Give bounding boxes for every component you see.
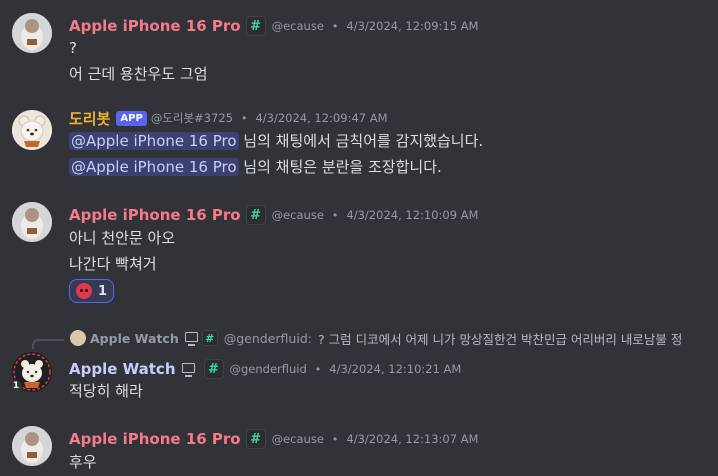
reply-handle: @genderfluid: xyxy=(223,330,312,346)
user-handle: @ecause xyxy=(271,19,324,33)
angry-face-icon xyxy=(76,283,92,299)
message-text: 어 근데 용찬우도 그엄 xyxy=(69,65,208,83)
hash-tag-icon[interactable]: # xyxy=(203,359,224,379)
reply-avatar xyxy=(70,330,86,346)
app-badge: APP xyxy=(116,110,147,126)
message-header: Apple iPhone 16 Pro # @ecause • 4/3/2024… xyxy=(69,428,478,450)
reaction-button[interactable]: 1 xyxy=(69,279,115,303)
user-handle: @ecause xyxy=(271,432,324,446)
hash-tag-icon[interactable]: # xyxy=(201,330,218,346)
avatar[interactable] xyxy=(12,13,52,53)
separator-dot: • xyxy=(331,19,339,33)
reaction-count: 1 xyxy=(98,283,108,299)
timestamp: 4/3/2024, 12:09:47 AM xyxy=(255,111,388,125)
monitor-icon xyxy=(184,332,198,346)
message-text: 나간다 빡쳐거 xyxy=(69,255,157,273)
username[interactable]: Apple Watch xyxy=(69,360,176,378)
message-text: 적당히 해라 xyxy=(69,382,143,400)
separator-dot: • xyxy=(331,432,339,446)
user-handle: @genderfluid xyxy=(229,362,307,376)
message-header: Apple iPhone 16 Pro # @ecause • 4/3/2024… xyxy=(69,204,478,226)
message-text: 아니 천안문 아오 xyxy=(69,229,176,247)
reply-text: ? 그럼 디코에서 어제 니가 망상질한건 박찬민급 어리버리 내로남불 정 xyxy=(317,331,683,347)
avatar[interactable] xyxy=(12,202,52,242)
username[interactable]: 도리봇 xyxy=(69,108,110,129)
user-handle: @도리봇#3725 xyxy=(150,111,233,125)
username[interactable]: Apple iPhone 16 Pro xyxy=(69,17,241,35)
timestamp: 4/3/2024, 12:10:21 AM xyxy=(329,362,462,376)
user-handle: @ecause xyxy=(271,208,324,222)
message-text-rest: 님의 채팅은 분란을 조장합니다. xyxy=(238,158,442,176)
avatar-badge: 1 xyxy=(10,380,22,392)
avatar[interactable] xyxy=(12,110,52,150)
user-mention[interactable]: @Apple iPhone 16 Pro xyxy=(69,158,239,176)
separator-dot: • xyxy=(314,362,322,376)
message-text-rest: 님의 채팅에서 금칙어를 감지했습니다. xyxy=(238,132,484,150)
hash-tag-icon[interactable]: # xyxy=(245,205,266,225)
avatar[interactable] xyxy=(12,426,52,466)
monitor-icon xyxy=(181,363,195,377)
user-mention[interactable]: @Apple iPhone 16 Pro xyxy=(69,132,239,150)
message-header: 도리봇 APP @도리봇#3725 • 4/3/2024, 12:09:47 A… xyxy=(69,107,388,129)
message-text: 후우 xyxy=(69,453,97,471)
timestamp: 4/3/2024, 12:13:07 AM xyxy=(346,432,479,446)
message-text: @Apple iPhone 16 Pro 님의 채팅은 분란을 조장합니다. xyxy=(69,156,442,178)
timestamp: 4/3/2024, 12:09:15 AM xyxy=(346,19,479,33)
message-text: ? xyxy=(69,39,77,57)
separator-dot: • xyxy=(240,111,248,125)
hash-tag-icon[interactable]: # xyxy=(245,16,266,36)
hash-tag-icon[interactable]: # xyxy=(245,429,266,449)
reply-preview[interactable]: Apple Watch # @genderfluid: ? 그럼 디코에서 어제… xyxy=(70,329,682,347)
reply-username[interactable]: Apple Watch xyxy=(90,331,179,346)
username[interactable]: Apple iPhone 16 Pro xyxy=(69,206,241,224)
message-text: @Apple iPhone 16 Pro 님의 채팅에서 금칙어를 감지했습니다… xyxy=(69,130,483,152)
message-header: Apple Watch # @genderfluid • 4/3/2024, 1… xyxy=(69,358,461,380)
reply-connector xyxy=(32,339,64,349)
timestamp: 4/3/2024, 12:10:09 AM xyxy=(346,208,479,222)
separator-dot: • xyxy=(331,208,339,222)
message-header: Apple iPhone 16 Pro # @ecause • 4/3/2024… xyxy=(69,15,478,37)
username[interactable]: Apple iPhone 16 Pro xyxy=(69,430,241,448)
